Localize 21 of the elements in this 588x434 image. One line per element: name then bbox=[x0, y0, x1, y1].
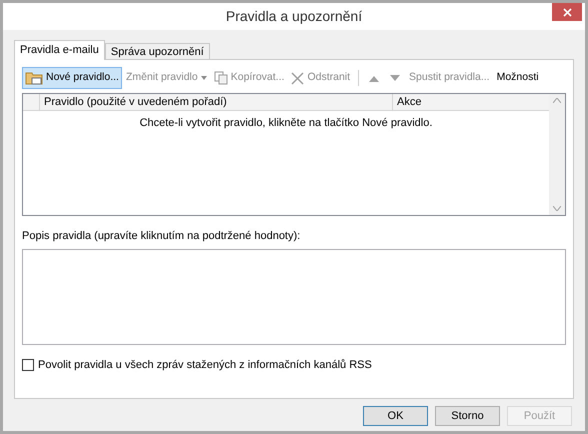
dialog-button[interactable]: OK bbox=[363, 406, 428, 426]
folder-icon bbox=[25, 71, 43, 85]
window-title: Pravidla a upozornění bbox=[226, 7, 362, 26]
close-icon bbox=[291, 72, 304, 84]
close-button[interactable] bbox=[552, 3, 582, 21]
toolbar-button[interactable]: Nové pravidlo... bbox=[22, 67, 122, 89]
toolbar-button[interactable]: Možnosti bbox=[494, 67, 542, 89]
copy-icon bbox=[214, 71, 228, 85]
column-header[interactable]: Akce bbox=[393, 94, 549, 110]
tab[interactable]: Správa upozornění bbox=[104, 43, 210, 59]
description-label: Popis pravidla (upravíte kliknutím na podtržené hodnoty): bbox=[22, 229, 302, 244]
close-icon bbox=[562, 8, 572, 16]
checkbox[interactable] bbox=[22, 358, 34, 371]
empty-list-message: Chcete-li vytvořit pravidlo, klikněte na tlačítko Nové pravidlo. bbox=[140, 116, 432, 131]
checkbox-label: Povolit pravidla u všech zpráv stažených z informačních kanálů RSS bbox=[38, 358, 372, 372]
tab[interactable]: Pravidla e-mailu bbox=[14, 40, 105, 60]
scroll-down-icon[interactable] bbox=[553, 206, 561, 211]
dialog-button[interactable]: Storno bbox=[435, 406, 500, 426]
scroll-up-icon[interactable] bbox=[553, 98, 561, 103]
caret-icon bbox=[200, 76, 207, 80]
column-header[interactable]: Pravidlo (použité v uvedeném pořadí) bbox=[40, 94, 393, 110]
